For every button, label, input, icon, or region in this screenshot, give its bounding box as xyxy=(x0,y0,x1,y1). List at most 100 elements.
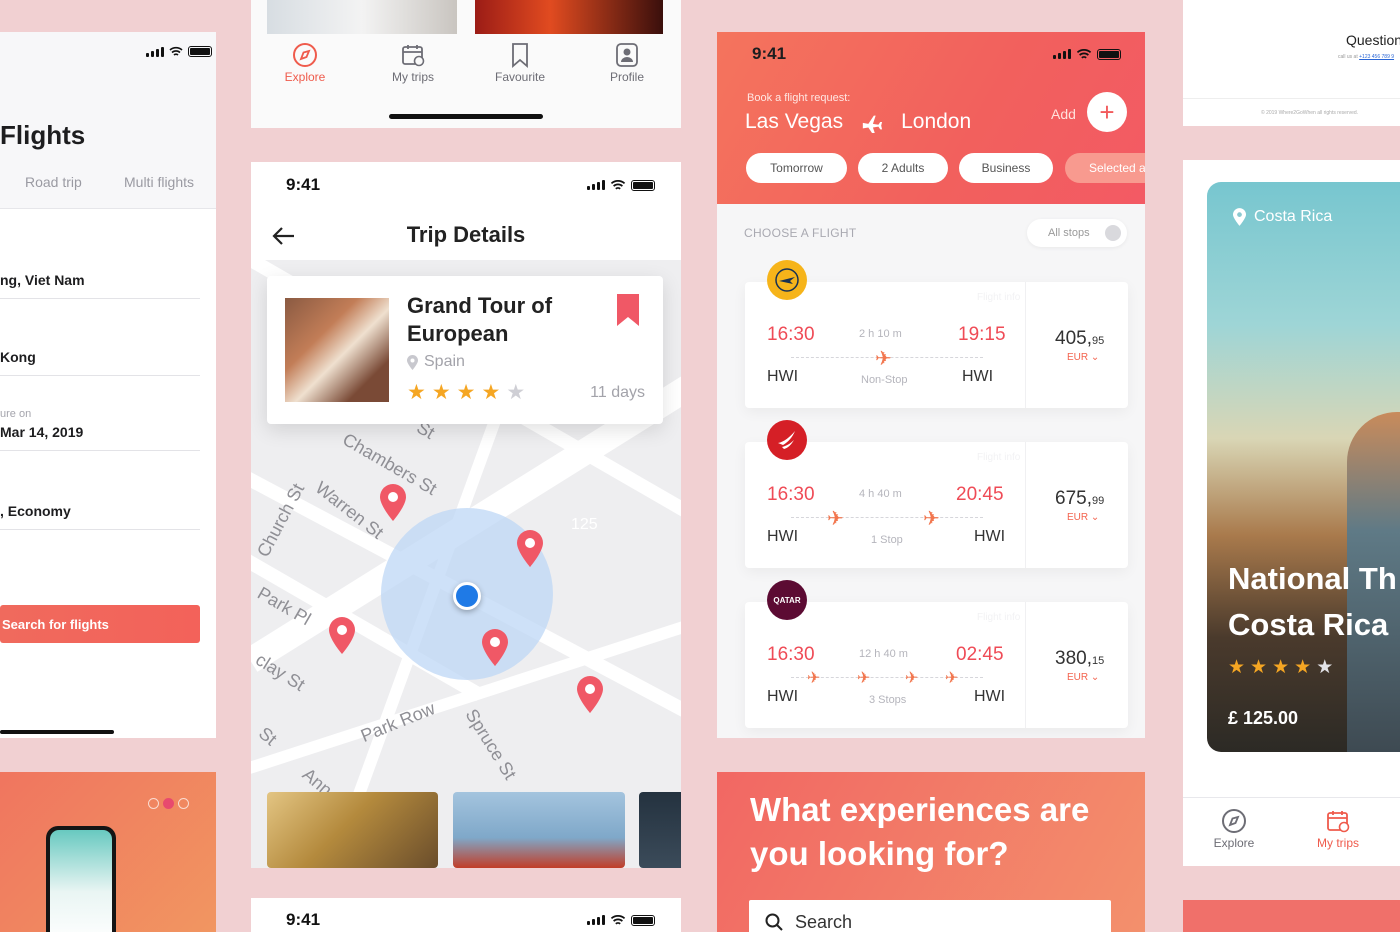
calendar-icon xyxy=(402,45,425,67)
route: Las Vegas London xyxy=(745,110,971,134)
map-pin-icon[interactable] xyxy=(377,482,409,522)
flight-card[interactable]: QATAR Flight info 16:30 02:45 12 h 40 m … xyxy=(745,580,1128,728)
map-pin-icon[interactable] xyxy=(479,627,511,667)
wifi-icon xyxy=(1076,48,1092,59)
destination-title: National Th Costa Rica xyxy=(1228,561,1397,642)
current-location-dot xyxy=(453,582,481,610)
battery-icon xyxy=(1097,48,1121,60)
flight-price: 675,99 xyxy=(1055,488,1105,509)
chip-passengers[interactable]: 2 Adults xyxy=(858,153,948,183)
tab-my-trips[interactable]: My trips xyxy=(373,40,453,84)
star-icon: ★ xyxy=(1294,657,1312,678)
explore-tabbar-screen: Explore My trips Favourite Profile xyxy=(251,0,681,128)
status-time: 9:41 xyxy=(286,175,321,194)
add-label: Add xyxy=(1051,106,1076,122)
social-icon[interactable] xyxy=(178,798,189,809)
page-title: Trip Details xyxy=(406,222,526,247)
photo-thumbnail[interactable] xyxy=(475,0,663,34)
compass-icon xyxy=(1222,809,1246,833)
destination-screen: Costa Rica National Th Costa Rica ★ ★ ★ … xyxy=(1183,160,1400,866)
departure-value: Mar 14, 2019 xyxy=(0,424,84,440)
search-input[interactable]: Search xyxy=(749,900,1111,932)
trip-duration: 11 days xyxy=(590,384,645,401)
stops-filter-toggle[interactable]: All stops xyxy=(1027,219,1127,247)
rating-stars: ★ ★ ★ ★ ★ xyxy=(407,382,525,403)
class-field[interactable]: , Economy xyxy=(0,503,200,530)
app-promo-banner xyxy=(0,772,216,932)
currency-select[interactable]: EUR ⌄ xyxy=(1067,512,1099,523)
tab-road-trip[interactable]: Road trip xyxy=(25,174,82,190)
photo-thumbnail[interactable] xyxy=(267,0,457,34)
street-label: St xyxy=(254,722,281,750)
status-icons xyxy=(587,914,655,926)
depart-airport: HWI xyxy=(767,688,799,705)
social-icon[interactable] xyxy=(148,798,159,809)
arrive-time: 19:15 xyxy=(958,324,1006,345)
plane-icon: ✈ xyxy=(807,670,821,687)
add-button[interactable]: + xyxy=(1087,92,1127,132)
arrive-airport: HWI xyxy=(974,688,1006,705)
flight-duration: 12 h 40 m xyxy=(859,648,908,660)
flight-duration: 2 h 10 m xyxy=(859,328,902,340)
social-icon[interactable] xyxy=(163,798,174,809)
questions-footer: Question call us at +123 456 789 9 © 201… xyxy=(1183,0,1400,126)
gallery-photo[interactable] xyxy=(639,792,681,868)
gallery-photo[interactable] xyxy=(267,792,438,868)
map-pin-icon[interactable] xyxy=(514,528,546,568)
star-icon: ★ xyxy=(506,381,526,404)
flight-request-header: 9:41 Book a flight request: Las Vegas Lo… xyxy=(717,32,1145,204)
gallery-photo[interactable] xyxy=(453,792,625,868)
to-field[interactable]: Kong xyxy=(0,349,200,376)
rating-stars: ★ ★ ★ ★ ★ xyxy=(1228,656,1333,679)
flight-price: 405,95 xyxy=(1055,328,1105,349)
trip-thumbnail xyxy=(285,298,389,402)
from-field[interactable]: ng, Viet Nam xyxy=(0,272,200,299)
chip-airline[interactable]: Selected ai xyxy=(1065,153,1145,183)
depart-airport: HWI xyxy=(767,368,799,385)
trip-card[interactable]: Grand Tour of European Spain ★ ★ ★ ★ ★ 1… xyxy=(267,276,663,424)
trip-location: Spain xyxy=(407,353,465,371)
plane-icon xyxy=(862,115,883,133)
arrive-time: 02:45 xyxy=(956,644,1004,665)
bookmark-icon[interactable] xyxy=(617,294,639,326)
plane-icon: ✈ xyxy=(857,670,871,687)
plane-icon: ✈ xyxy=(905,670,919,687)
tab-explore[interactable]: Explore xyxy=(1194,806,1274,850)
map-pin-icon[interactable] xyxy=(574,674,606,714)
tab-multi-flights[interactable]: Multi flights xyxy=(124,174,194,190)
signal-icon xyxy=(146,46,164,57)
destination-price: £ 125.00 xyxy=(1228,708,1299,728)
depart-time: 16:30 xyxy=(767,324,815,345)
tab-explore[interactable]: Explore xyxy=(265,40,345,84)
questions-title: Question xyxy=(1346,32,1400,48)
phone-link[interactable]: +123 456 789 9 xyxy=(1359,54,1394,60)
chip-class[interactable]: Business xyxy=(959,153,1053,183)
plane-icon: ✈ xyxy=(875,348,892,370)
tab-my-trips[interactable]: My trips xyxy=(1298,806,1378,850)
tab-profile[interactable]: Profile xyxy=(587,40,667,84)
airline-logo-qatar: QATAR xyxy=(767,580,807,620)
request-label: Book a flight request: xyxy=(747,92,851,104)
star-icon: ★ xyxy=(1228,657,1246,678)
battery-icon xyxy=(631,179,655,191)
flight-card[interactable]: Flight info 16:30 20:45 4 h 40 m ✈ ✈ HWI… xyxy=(745,420,1128,568)
airline-logo-turkish xyxy=(767,420,807,460)
home-indicator xyxy=(389,114,543,119)
depart-time: 16:30 xyxy=(767,484,815,505)
map-label: 125 xyxy=(571,516,598,533)
profile-icon xyxy=(616,43,638,67)
currency-select[interactable]: EUR ⌄ xyxy=(1067,352,1099,363)
flight-info-label: Flight info xyxy=(977,292,1021,303)
tab-favourite[interactable]: Favourite xyxy=(480,40,560,84)
flight-card[interactable]: Flight info 16:30 19:15 2 h 10 m ✈ HWI H… xyxy=(745,260,1128,408)
street-label: Spruce St xyxy=(461,705,521,784)
chip-date[interactable]: Tomorrow xyxy=(746,153,847,183)
flight-duration: 4 h 40 m xyxy=(859,488,902,500)
search-flights-button[interactable]: Search for flights xyxy=(0,605,200,643)
departure-field[interactable]: ure on Mar 14, 2019 xyxy=(0,408,200,451)
currency-select[interactable]: EUR ⌄ xyxy=(1067,672,1099,683)
section-title: CHOOSE A FLIGHT xyxy=(744,226,857,240)
map-pin-icon[interactable] xyxy=(326,615,358,655)
location-pin-icon xyxy=(1233,208,1246,226)
page-title: Flights xyxy=(0,120,86,150)
